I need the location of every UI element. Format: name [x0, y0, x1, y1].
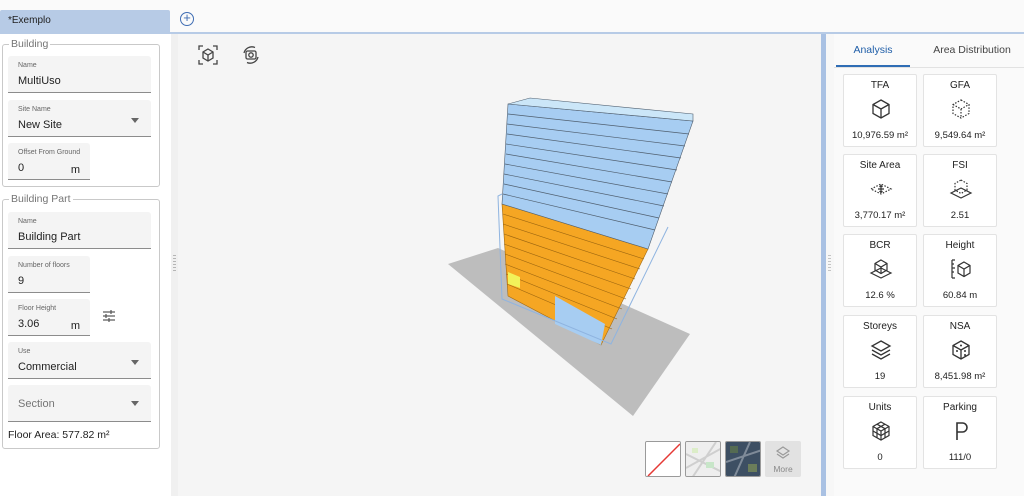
metric-value: 111/0: [948, 452, 972, 463]
metric-title: TFA: [870, 80, 890, 91]
metric-value: 19: [874, 371, 886, 382]
use-label: Use: [18, 348, 31, 355]
offset-unit: m: [70, 164, 80, 176]
metric-value: 60.84 m: [942, 290, 978, 301]
tab-area-distribution[interactable]: Area Distribution: [922, 44, 1022, 66]
metric-card-site-area: Site Area 3,770.17 m²: [843, 154, 917, 227]
satellite-basemap-button[interactable]: [725, 441, 761, 477]
right-resize-grip-icon: [828, 255, 831, 273]
metric-title: Site Area: [859, 160, 901, 171]
3d-viewport[interactable]: More: [178, 34, 821, 496]
height-icon: [951, 259, 971, 279]
floor-height-field[interactable]: Floor Height 3.06 m: [8, 299, 90, 336]
metric-title: Height: [945, 240, 975, 251]
metric-title: FSI: [952, 160, 968, 171]
street-basemap-button[interactable]: [685, 441, 721, 477]
tab-exemplo[interactable]: *Exemplo: [0, 10, 170, 33]
cube-dotted-icon: [952, 99, 970, 119]
building-name-value: MultiUso: [18, 75, 61, 87]
building-part-name-field[interactable]: Name Building Part: [8, 212, 151, 249]
metric-value: 8,451.98 m²: [934, 371, 986, 382]
offset-label: Offset From Ground: [18, 149, 81, 156]
floor-height-unit: m: [70, 320, 80, 332]
document-tab-bar: *Exemplo +: [0, 0, 1024, 33]
nsa-icon: [952, 340, 970, 360]
satellite-map-icon: [726, 442, 760, 476]
section-placeholder: Section: [18, 398, 55, 410]
more-label: More: [773, 464, 793, 474]
floors-label: Number of floors: [18, 262, 70, 269]
building-name-field[interactable]: Name MultiUso: [8, 56, 151, 93]
offset-value: 0: [18, 162, 25, 174]
metric-card-parking: Parking 111/0: [923, 396, 997, 469]
use-value: Commercial: [18, 361, 77, 373]
building-part-legend: Building Part: [11, 193, 71, 205]
more-layers-button[interactable]: More: [765, 441, 801, 477]
add-tab-icon[interactable]: +: [180, 11, 194, 26]
units-icon: [872, 421, 890, 441]
tune-icon[interactable]: [102, 309, 116, 323]
metric-title: Units: [868, 402, 892, 413]
bcr-icon: [869, 259, 893, 279]
building-part-name-label: Name: [18, 218, 37, 225]
floor-area-readout: Floor Area: 577.82 m²: [8, 429, 110, 441]
building-3d-model: [448, 97, 694, 416]
floors-value: 9: [18, 275, 25, 287]
metric-card-storeys: Storeys 19: [843, 315, 917, 388]
no-basemap-icon: [646, 442, 680, 476]
metric-value: 2.51: [950, 210, 970, 221]
tab-analysis[interactable]: Analysis: [836, 44, 910, 66]
metric-value: 12.6 %: [865, 290, 895, 301]
building-part-name-value: Building Part: [18, 231, 81, 243]
metric-title: Storeys: [863, 321, 897, 332]
metric-value: 3,770.17 m²: [854, 210, 906, 221]
metric-value: 10,976.59 m²: [852, 130, 908, 141]
properties-panel: Building Name MultiUso Site Name New Sit…: [0, 34, 171, 496]
analysis-panel: Analysis Area Distribution TFA 10,976.59…: [834, 34, 1024, 496]
floor-height-label: Floor Height: [18, 305, 57, 312]
metric-card-height: Height 60.84 m: [923, 234, 997, 307]
floor-height-value: 3.06: [18, 318, 40, 330]
building-name-label: Name: [18, 62, 37, 69]
tab-divider: [834, 67, 1024, 68]
use-select[interactable]: Use Commercial: [8, 342, 151, 379]
metric-card-gfa: GFA 9,549.64 m²: [923, 74, 997, 147]
parking-icon: [956, 422, 968, 440]
metric-title: Parking: [943, 402, 977, 413]
metric-card-tfa: TFA 10,976.59 m²: [843, 74, 917, 147]
offset-from-ground-field[interactable]: Offset From Ground 0 m: [8, 143, 90, 180]
metric-title: BCR: [869, 240, 891, 251]
site-area-icon: [869, 183, 893, 195]
chevron-down-icon: [131, 360, 139, 365]
metric-card-fsi: FSI 2.51: [923, 154, 997, 227]
layers-icon: [870, 340, 892, 360]
metric-title: GFA: [949, 80, 970, 91]
metric-card-units: Units 0: [843, 396, 917, 469]
site-name-select[interactable]: Site Name New Site: [8, 100, 151, 137]
metric-value: 9,549.64 m²: [934, 130, 986, 141]
site-name-label: Site Name: [18, 106, 51, 113]
chevron-down-icon: [131, 401, 139, 406]
left-resize-grip-icon: [173, 255, 176, 273]
chevron-down-icon: [131, 118, 139, 123]
metric-title: NSA: [949, 321, 971, 332]
no-basemap-button[interactable]: [645, 441, 681, 477]
metric-card-bcr: BCR 12.6 %: [843, 234, 917, 307]
site-name-value: New Site: [18, 119, 63, 131]
section-select[interactable]: Section: [8, 385, 151, 422]
metric-card-nsa: NSA 8,451.98 m²: [923, 315, 997, 388]
metric-value: 0: [877, 452, 883, 463]
street-map-icon: [686, 442, 720, 476]
number-of-floors-field[interactable]: Number of floors 9: [8, 256, 90, 293]
layers-stack-icon: [775, 446, 791, 459]
building-legend: Building: [11, 38, 49, 50]
fsi-icon: [949, 179, 973, 199]
cube-solid-icon: [872, 99, 890, 119]
